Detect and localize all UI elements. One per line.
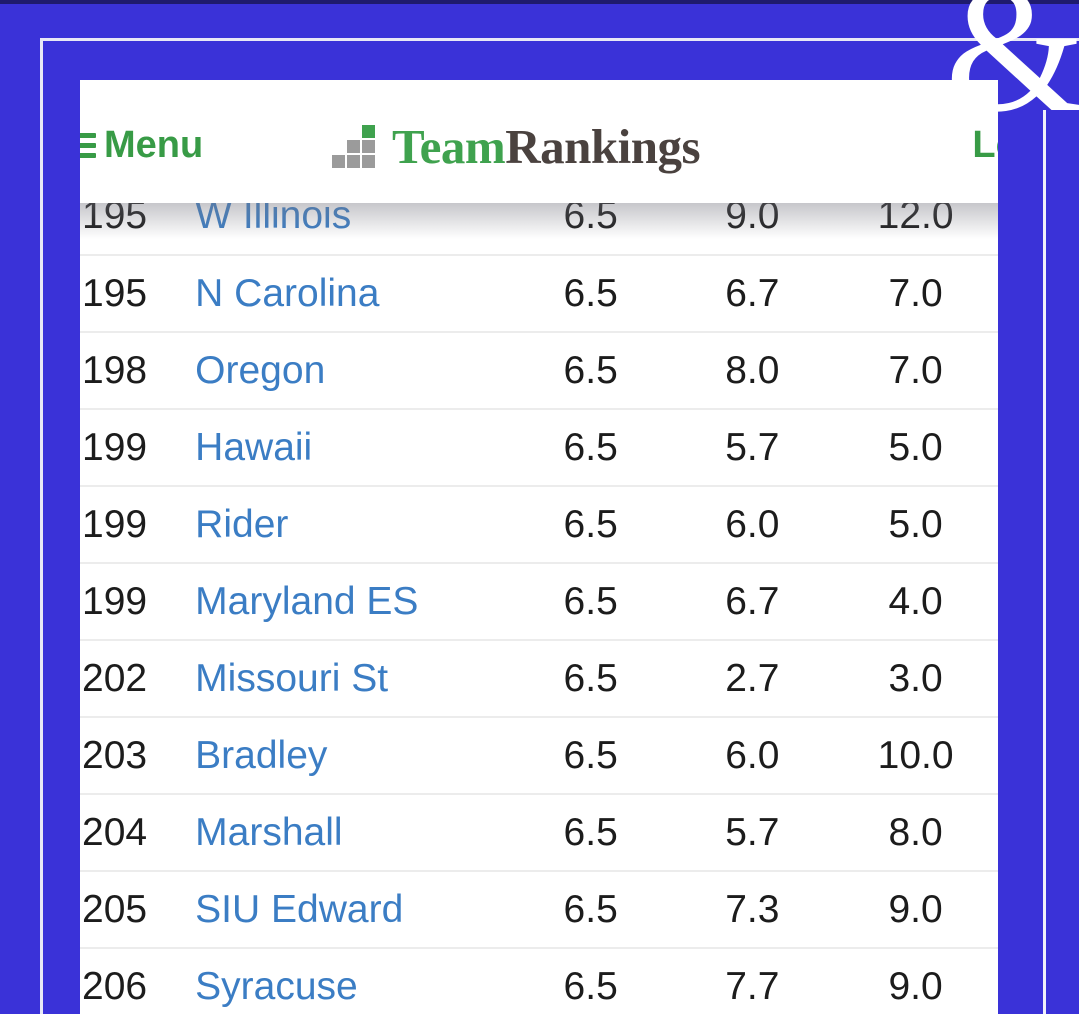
team-cell: Oregon: [195, 332, 510, 410]
value-cell-3: 7.0: [833, 255, 998, 333]
rank-cell: 205: [80, 871, 196, 949]
rank-cell: 199: [80, 409, 196, 487]
table-row[interactable]: 204 Marshall 6.5 5.7 8.0: [80, 794, 998, 872]
value-cell-1: 6.5: [509, 409, 672, 487]
value-cell-1: 6.5: [509, 871, 672, 949]
value-cell-3: 8.0: [833, 794, 998, 872]
menu-button[interactable]: Menu: [80, 124, 203, 167]
team-cell: Marshall: [195, 794, 510, 872]
app-card: Menu TeamRankings Log 195W Illinois6.59.…: [80, 80, 998, 1014]
rank-cell: 204: [80, 794, 196, 872]
table-row[interactable]: 198 Oregon 6.5 8.0 7.0: [80, 332, 998, 410]
team-link[interactable]: Rider: [195, 503, 288, 546]
value-cell-2: 7.3: [671, 871, 834, 949]
value-cell-3: 10.0: [833, 717, 998, 795]
team-link[interactable]: Hawaii: [195, 426, 312, 469]
value-cell-3: 9.0: [833, 948, 998, 1014]
team-link[interactable]: Syracuse: [195, 965, 358, 1008]
value-cell-2: 8.0: [671, 332, 834, 410]
decorative-right-rule: [1043, 110, 1046, 1014]
team-cell: Maryland ES: [195, 563, 510, 641]
brand-team-text: Team: [392, 119, 506, 174]
value-cell-2: 6.7: [671, 563, 834, 641]
value-cell-1: 6.5: [509, 640, 672, 718]
value-cell-1: 6.5: [509, 255, 672, 333]
value-cell-1: 6.5: [509, 486, 672, 564]
table-row[interactable]: 202 Missouri St 6.5 2.7 3.0: [80, 640, 998, 718]
table-row[interactable]: 203 Bradley 6.5 6.0 10.0: [80, 717, 998, 795]
table-row[interactable]: 199 Rider 6.5 6.0 5.0: [80, 486, 998, 564]
value-cell-1: 6.5: [509, 717, 672, 795]
rank-cell: 206: [80, 948, 196, 1014]
team-link[interactable]: Maryland ES: [195, 580, 418, 623]
team-cell: Hawaii: [195, 409, 510, 487]
value-cell-2: 6.0: [671, 486, 834, 564]
value-cell-1: 6.5: [509, 563, 672, 641]
team-link[interactable]: Missouri St: [195, 657, 388, 700]
team-cell: SIU Edward: [195, 871, 510, 949]
team-cell: Syracuse: [195, 948, 510, 1014]
table-row[interactable]: 206 Syracuse 6.5 7.7 9.0: [80, 948, 998, 1014]
hamburger-icon: [80, 128, 96, 163]
team-cell: Rider: [195, 486, 510, 564]
value-cell-3: 4.0: [833, 563, 998, 641]
value-cell-3: 7.0: [833, 332, 998, 410]
value-cell-2: 6.0: [671, 717, 834, 795]
rank-cell: 198: [80, 332, 196, 410]
value-cell-3: 5.0: [833, 409, 998, 487]
rank-cell: 199: [80, 563, 196, 641]
team-link[interactable]: N Carolina: [195, 272, 379, 315]
rank-cell: 199: [80, 486, 196, 564]
table-row[interactable]: 199 Maryland ES 6.5 6.7 4.0: [80, 563, 998, 641]
value-cell-1: 6.5: [509, 948, 672, 1014]
team-cell: Bradley: [195, 717, 510, 795]
rankings-table-body: 195 W Illinois 6.5 9.0 12.0 195 N Carolina 6.5 6…: [80, 178, 998, 1014]
login-link[interactable]: Log: [972, 124, 998, 167]
bar-chart-logo-icon: [332, 124, 380, 169]
rank-cell: 203: [80, 717, 196, 795]
table-row[interactable]: 195 N Carolina 6.5 6.7 7.0: [80, 255, 998, 333]
team-link[interactable]: Marshall: [195, 811, 342, 854]
table-row[interactable]: 205 SIU Edward 6.5 7.3 9.0: [80, 871, 998, 949]
value-cell-1: 6.5: [509, 332, 672, 410]
team-cell: N Carolina: [195, 255, 510, 333]
value-cell-3: 5.0: [833, 486, 998, 564]
brand-rankings-text: Rankings: [505, 119, 701, 174]
rank-cell: 202: [80, 640, 196, 718]
value-cell-2: 5.7: [671, 794, 834, 872]
value-cell-1: 6.5: [509, 794, 672, 872]
rankings-table: 195 W Illinois 6.5 9.0 12.0 195 N Carolina 6.5 6…: [80, 178, 998, 1014]
brand-wordmark: TeamRankings: [392, 118, 701, 175]
value-cell-2: 2.7: [671, 640, 834, 718]
team-link[interactable]: Bradley: [195, 734, 327, 777]
table-row[interactable]: 199 Hawaii 6.5 5.7 5.0: [80, 409, 998, 487]
team-link[interactable]: SIU Edward: [195, 888, 403, 931]
site-header: Menu TeamRankings Log: [80, 80, 998, 203]
top-edge-strip: [0, 0, 1079, 4]
team-link[interactable]: Oregon: [195, 349, 325, 392]
value-cell-2: 7.7: [671, 948, 834, 1014]
rank-cell: 195: [80, 255, 196, 333]
value-cell-3: 9.0: [833, 871, 998, 949]
value-cell-2: 5.7: [671, 409, 834, 487]
menu-label: Menu: [104, 124, 204, 166]
value-cell-3: 3.0: [833, 640, 998, 718]
value-cell-2: 6.7: [671, 255, 834, 333]
page-background: & Menu TeamRankings Log 1: [0, 0, 1079, 1014]
brand-logo[interactable]: TeamRankings: [332, 118, 701, 175]
team-cell: Missouri St: [195, 640, 510, 718]
